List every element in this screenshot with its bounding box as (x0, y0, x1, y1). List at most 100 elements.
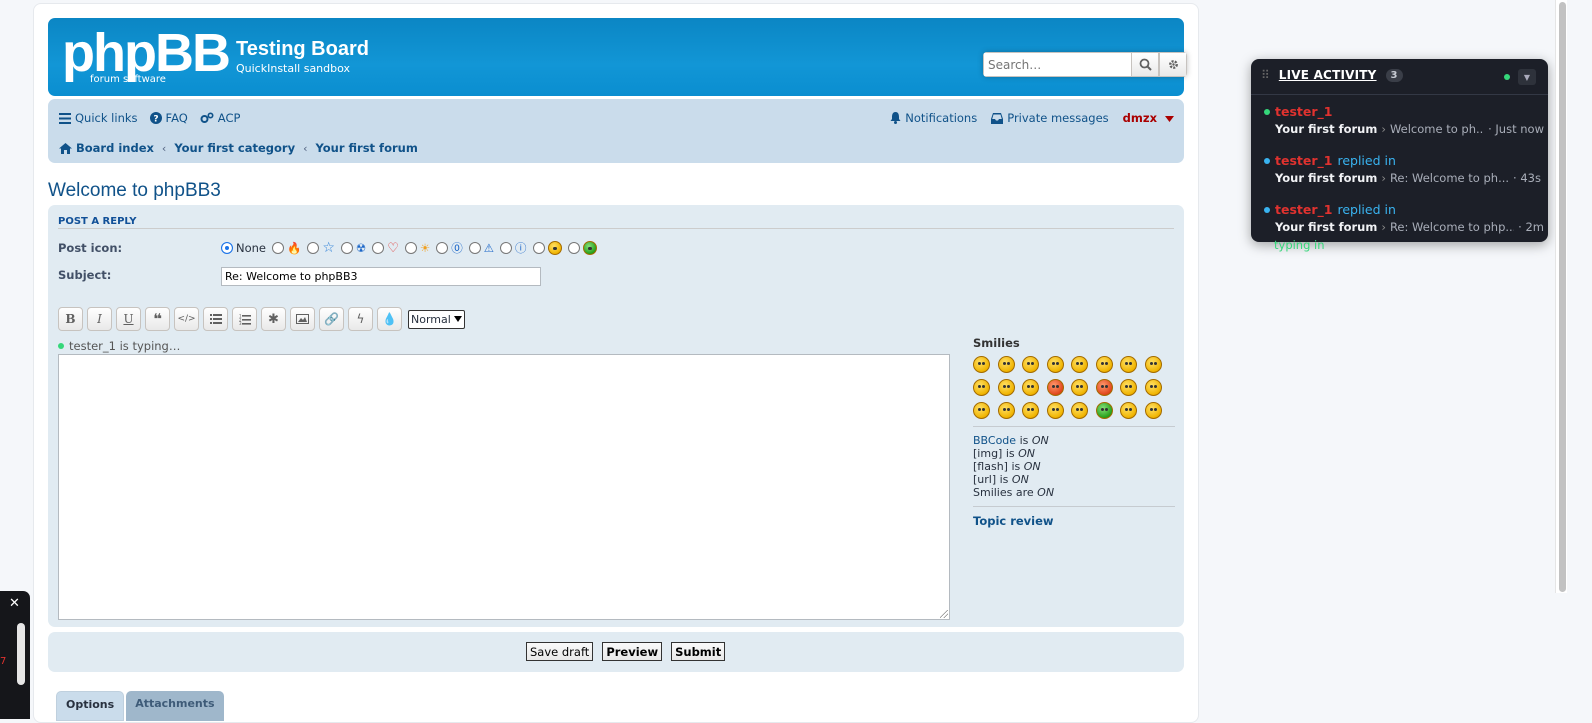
activity-topic[interactable]: Re: Welcome to php... (1390, 220, 1514, 234)
quote-button[interactable]: ❝ (145, 307, 170, 331)
post-icon-star[interactable]: ☆ (307, 240, 335, 256)
panel-scrollbar[interactable] (17, 623, 25, 685)
smiley-icon[interactable] (1071, 379, 1088, 396)
font-size-select[interactable]: Normal (408, 309, 465, 329)
advanced-search-button[interactable] (1159, 52, 1187, 77)
italic-button[interactable]: I (87, 307, 112, 331)
post-icon-question[interactable]: ⓪ (436, 240, 463, 256)
post-icon-heart[interactable]: ♡ (372, 241, 399, 256)
smiley-icon[interactable] (973, 402, 990, 419)
post-icon-fire[interactable]: 🔥 (272, 241, 301, 255)
smiley-icon[interactable] (1022, 379, 1039, 396)
code-button[interactable]: </> (174, 307, 199, 331)
bbcode-help-link[interactable]: BBCode (973, 434, 1016, 447)
underline-button[interactable]: U (116, 307, 141, 331)
username-menu[interactable]: dmzx (1123, 111, 1174, 125)
post-icon-green-smiley[interactable] (567, 241, 597, 255)
save-draft-button[interactable]: Save draft (526, 642, 594, 661)
list-button[interactable] (203, 307, 228, 331)
post-icon-none[interactable]: None (221, 241, 266, 255)
radio[interactable] (567, 242, 580, 254)
smiley-icon[interactable] (1095, 356, 1113, 373)
radio[interactable] (340, 242, 353, 254)
radio-selected[interactable] (221, 242, 233, 254)
activity-user[interactable]: tester_1 (1275, 153, 1332, 168)
smiley-icon[interactable] (1071, 356, 1088, 373)
post-icon-radioactive[interactable]: ☢ (340, 241, 366, 255)
smiley-icon[interactable] (997, 402, 1015, 419)
activity-item[interactable]: tester_1 replied in Your first forum › R… (1264, 153, 1544, 185)
radio[interactable] (372, 242, 385, 254)
smiley-icon[interactable] (1120, 379, 1137, 396)
submit-button[interactable]: Submit (671, 642, 726, 661)
subject-input[interactable] (221, 267, 541, 286)
numbered-list-button[interactable]: 123 (232, 307, 257, 331)
activity-user[interactable]: tester_1 (1275, 104, 1332, 119)
smiley-icon[interactable] (1120, 356, 1137, 373)
smiley-icon[interactable] (997, 379, 1015, 396)
topic-review-link[interactable]: Topic review (973, 514, 1175, 528)
radio[interactable] (468, 242, 481, 254)
tab-attachments[interactable]: Attachments (126, 691, 224, 721)
topic-title[interactable]: Welcome to phpBB3 (48, 180, 221, 202)
smiley-icon[interactable] (997, 356, 1015, 373)
activity-topic[interactable]: Re: Welcome to ph... (1390, 171, 1509, 185)
message-textarea[interactable] (58, 354, 950, 620)
color-button[interactable]: 💧 (377, 307, 402, 331)
radio[interactable] (500, 242, 512, 254)
smiley-icon[interactable] (1095, 402, 1113, 419)
site-logo[interactable]: phpBB forum software (62, 26, 231, 86)
smiley-icon[interactable] (1144, 402, 1162, 419)
activity-item[interactable]: tester_1 typing in Your first forum › We… (1264, 104, 1544, 252)
smiley-icon[interactable] (973, 379, 990, 396)
smiley-icon[interactable] (1046, 402, 1064, 419)
private-messages-link[interactable]: Private messages (991, 111, 1109, 125)
activity-forum[interactable]: Your first forum (1275, 171, 1377, 185)
activity-topic[interactable]: Welcome to ph... (1390, 122, 1484, 136)
radio[interactable] (404, 242, 417, 254)
smiley-icon[interactable] (1046, 379, 1064, 396)
smiley-icon[interactable] (1071, 402, 1088, 419)
quick-links-menu[interactable]: Quick links (59, 111, 138, 125)
drag-handle-icon[interactable]: ⠿ (1261, 68, 1270, 82)
breadcrumb-forum[interactable]: Your first forum (315, 141, 417, 155)
smiley-icon[interactable] (1022, 402, 1039, 419)
list-item-button[interactable]: ✱ (261, 307, 286, 331)
activity-item[interactable]: tester_1 replied in Your first forum › R… (1264, 202, 1544, 234)
smiley-icon[interactable] (973, 356, 990, 373)
smiley-icon[interactable] (1022, 356, 1039, 373)
page-scrollbar[interactable] (1555, 0, 1567, 593)
faq-link[interactable]: ? FAQ (149, 111, 188, 125)
close-icon[interactable]: ✕ (9, 596, 20, 611)
search-input[interactable] (983, 52, 1131, 77)
activity-user[interactable]: tester_1 (1275, 202, 1332, 217)
radio[interactable] (532, 242, 545, 254)
smiley-icon[interactable] (1095, 379, 1113, 396)
tab-options[interactable]: Options (56, 691, 125, 721)
activity-forum[interactable]: Your first forum (1275, 220, 1377, 234)
post-icon-warning[interactable]: ⚠ (468, 241, 494, 255)
image-button[interactable] (290, 307, 315, 331)
flash-button[interactable]: ϟ (348, 307, 373, 331)
radio[interactable] (436, 242, 449, 254)
preview-button[interactable]: Preview (602, 642, 663, 661)
notifications-link[interactable]: Notifications (890, 111, 977, 125)
breadcrumb-category[interactable]: Your first category (174, 141, 295, 155)
resize-handle-icon[interactable] (940, 610, 948, 618)
smiley-icon[interactable] (1046, 356, 1064, 373)
smiley-icon[interactable] (1144, 379, 1162, 396)
breadcrumb-board-index[interactable]: Board index (59, 141, 154, 155)
scrollbar-thumb[interactable] (1559, 2, 1566, 592)
post-icon-info[interactable]: ⓘ (500, 240, 527, 256)
smiley-icon[interactable] (1120, 402, 1137, 419)
bold-button[interactable]: B (58, 307, 83, 331)
activity-forum[interactable]: Your first forum (1275, 122, 1377, 136)
post-icon-smiley[interactable] (532, 241, 562, 255)
radio[interactable] (307, 242, 320, 254)
post-icon-lightbulb[interactable]: ☀ (404, 241, 430, 255)
smiley-icon[interactable] (1144, 356, 1162, 373)
search-button[interactable] (1131, 52, 1159, 77)
acp-link[interactable]: ACP (200, 111, 240, 125)
link-button[interactable]: 🔗 (319, 307, 344, 331)
radio[interactable] (272, 242, 285, 254)
